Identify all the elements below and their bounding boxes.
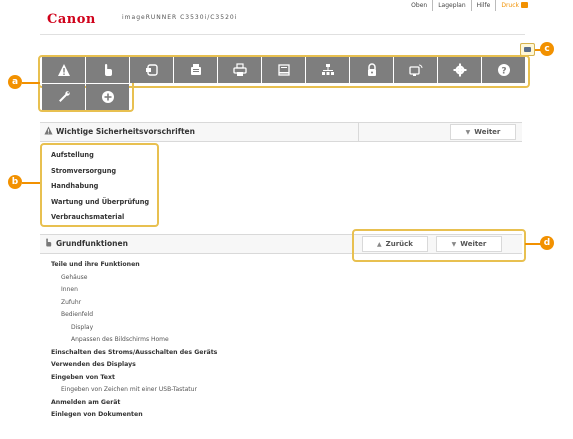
network-icon[interactable] (306, 57, 349, 83)
callout-b-line (22, 182, 40, 184)
hand-icon[interactable] (86, 57, 129, 83)
copy-icon[interactable] (130, 57, 173, 83)
warning-icon (44, 126, 53, 135)
druck-label: Druck (501, 2, 519, 9)
toc-item[interactable]: Einlegen von Dokumenten (51, 409, 511, 422)
link-verbrauchsmaterial[interactable]: Verbrauchsmaterial (51, 210, 149, 226)
warning-icon[interactable] (42, 57, 85, 83)
callout-d-line (525, 243, 541, 245)
toc-item[interactable]: Eingeben von Zeichen mit einer USB-Tasta… (51, 384, 511, 397)
callout-d: d (540, 236, 554, 250)
gear-icon[interactable] (438, 57, 481, 83)
link-handhabung[interactable]: Handhabung (51, 179, 149, 195)
link-stromversorgung[interactable]: Stromversorgung (51, 164, 149, 180)
printer-icon[interactable] (218, 57, 261, 83)
nav-oben-link[interactable]: Oben (406, 0, 432, 11)
toc-item[interactable]: Teile und ihre Funktionen (51, 259, 511, 272)
callout-a: a (8, 75, 22, 89)
weiter-label: Weiter (474, 128, 501, 136)
toc-item[interactable]: Display (51, 322, 511, 335)
wrench-icon[interactable] (42, 84, 85, 110)
category-toolbar: ? (42, 57, 526, 110)
callout-c: c (540, 42, 554, 56)
svg-text:?: ? (501, 67, 506, 77)
callout-a-line (22, 82, 40, 84)
remote-icon[interactable] (394, 57, 437, 83)
down-arrow-icon: ▼ (465, 128, 471, 136)
section-divider (358, 123, 359, 141)
hand-icon (46, 238, 52, 247)
toc-item[interactable]: Eingeben von Text (51, 372, 511, 385)
table-of-contents: Teile und ihre Funktionen Gehäuse Innen … (51, 259, 511, 422)
header-divider (40, 34, 525, 35)
help-icon[interactable]: ? (482, 57, 525, 83)
model-name: imageRUNNER C3530i/C3520i (122, 14, 238, 21)
link-wartung[interactable]: Wartung und Überprüfung (51, 195, 149, 211)
callout-b: b (8, 175, 22, 189)
toc-item[interactable]: Zufuhr (51, 297, 511, 310)
toc-item[interactable]: Einschalten des Stroms/Ausschalten des G… (51, 347, 511, 360)
toc-item[interactable]: Gehäuse (51, 272, 511, 285)
safety-weiter-button[interactable]: ▼ Weiter (450, 124, 516, 140)
safety-section-header: Wichtige Sicherheitsvorschriften ▼ Weiter (40, 122, 522, 142)
toc-item[interactable]: Verwenden des Displays (51, 359, 511, 372)
nav-hilfe-link[interactable]: Hilfe (470, 0, 496, 11)
nav-lageplan-link[interactable]: Lageplan (432, 0, 470, 11)
toc-item[interactable]: Innen (51, 284, 511, 297)
lock-icon[interactable] (350, 57, 393, 83)
print-icon (521, 2, 528, 8)
toc-item[interactable]: Anpassen des Bildschirms Home (51, 334, 511, 347)
nav-druck-link[interactable]: Druck (495, 0, 533, 11)
top-navigation: Oben Lageplan Hilfe Druck (406, 0, 533, 11)
toc-item[interactable]: Bedienfeld (51, 309, 511, 322)
link-aufstellung[interactable]: Aufstellung (51, 148, 149, 164)
safety-section-title: Wichtige Sicherheitsvorschriften (56, 127, 195, 136)
basic-functions-title: Grundfunktionen (56, 239, 128, 248)
fax-icon[interactable] (174, 57, 217, 83)
toc-item[interactable]: Anmelden am Gerät (51, 397, 511, 410)
scanner-icon[interactable] (262, 57, 305, 83)
safety-links: Aufstellung Stromversorgung Handhabung W… (51, 148, 149, 226)
nav-buttons-highlight (352, 229, 526, 262)
plus-icon[interactable] (86, 84, 129, 110)
canon-logo: Canon (47, 12, 96, 27)
